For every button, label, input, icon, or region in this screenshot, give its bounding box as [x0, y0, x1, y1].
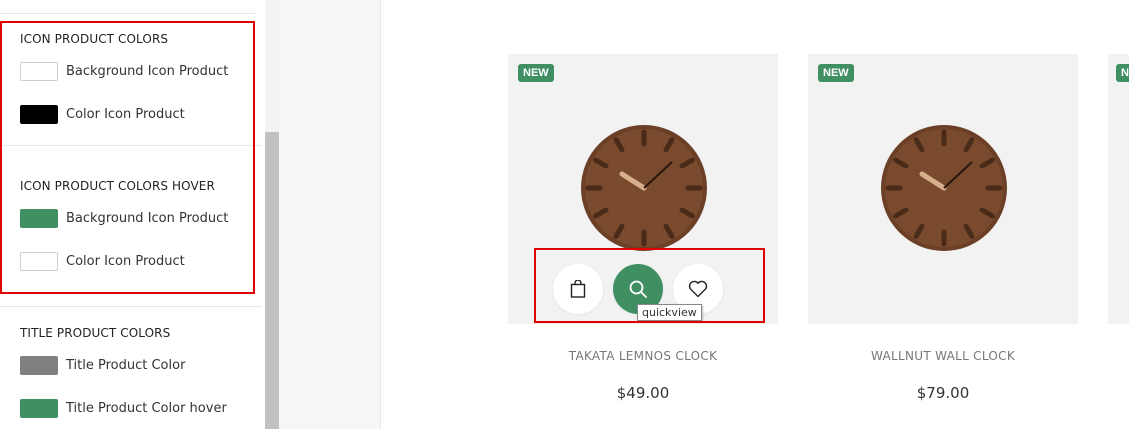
- color-option-label: Color Icon Product: [66, 254, 185, 269]
- color-option-title-product-color-hover[interactable]: Title Product Color hover: [20, 399, 227, 418]
- color-option-title-product-color[interactable]: Title Product Color: [20, 356, 185, 375]
- color-swatch[interactable]: [20, 356, 58, 375]
- color-option-label: Title Product Color: [66, 358, 186, 373]
- color-option-label: Background Icon Product: [66, 64, 229, 79]
- clock-image[interactable]: [580, 124, 708, 252]
- color-swatch[interactable]: [20, 209, 58, 228]
- product-card[interactable]: NEW: [1108, 54, 1129, 324]
- color-option-background-icon-product-hover[interactable]: Background Icon Product: [20, 209, 228, 228]
- panel-scrollbar-thumb[interactable]: [265, 132, 279, 429]
- section-icon-product-colors-hover: ICON PRODUCT COLORS HOVER Background Ico…: [0, 161, 262, 307]
- settings-panel: ICON PRODUCT COLORS Background Icon Prod…: [0, 0, 265, 429]
- shopping-bag-icon: [570, 280, 586, 298]
- product-title[interactable]: WALLNUT WALL CLOCK: [808, 349, 1078, 363]
- color-option-color-icon-product[interactable]: Color Icon Product: [20, 105, 185, 124]
- clock-image[interactable]: [880, 124, 1008, 252]
- page: ICON PRODUCT COLORS Background Icon Prod…: [0, 0, 1129, 429]
- color-swatch[interactable]: [20, 252, 58, 271]
- section-title: ICON PRODUCT COLORS HOVER: [20, 179, 215, 193]
- color-option-background-icon-product[interactable]: Background Icon Product: [20, 62, 228, 81]
- product-title[interactable]: TAKATA LEMNOS CLOCK: [508, 349, 778, 363]
- divider: [380, 0, 381, 429]
- color-option-label: Background Icon Product: [66, 211, 229, 226]
- preview-gutter: [279, 0, 380, 429]
- product-price: $79.00: [916, 384, 970, 402]
- section-title: ICON PRODUCT COLORS: [20, 32, 169, 46]
- product-price: $49.00: [616, 384, 670, 402]
- product-card[interactable]: NEW: [808, 54, 1078, 324]
- color-option-color-icon-product-hover[interactable]: Color Icon Product: [20, 252, 185, 271]
- section-title: TITLE PRODUCT COLORS: [20, 326, 171, 340]
- color-option-label: Title Product Color hover: [66, 401, 227, 416]
- color-swatch[interactable]: [20, 105, 58, 124]
- color-option-label: Color Icon Product: [66, 107, 185, 122]
- color-swatch[interactable]: [20, 399, 58, 418]
- section-icon-product-colors: ICON PRODUCT COLORS Background Icon Prod…: [0, 14, 262, 146]
- new-badge: NEW: [818, 64, 854, 82]
- color-swatch[interactable]: [20, 62, 58, 81]
- quickview-tooltip: quickview: [637, 304, 702, 321]
- new-badge: NEW: [1116, 64, 1129, 82]
- add-to-cart-button[interactable]: [553, 264, 603, 314]
- search-icon: [629, 280, 647, 298]
- section-title-product-colors: TITLE PRODUCT COLORS Title Product Color…: [0, 308, 262, 429]
- new-badge: NEW: [518, 64, 554, 82]
- heart-icon: [688, 280, 708, 298]
